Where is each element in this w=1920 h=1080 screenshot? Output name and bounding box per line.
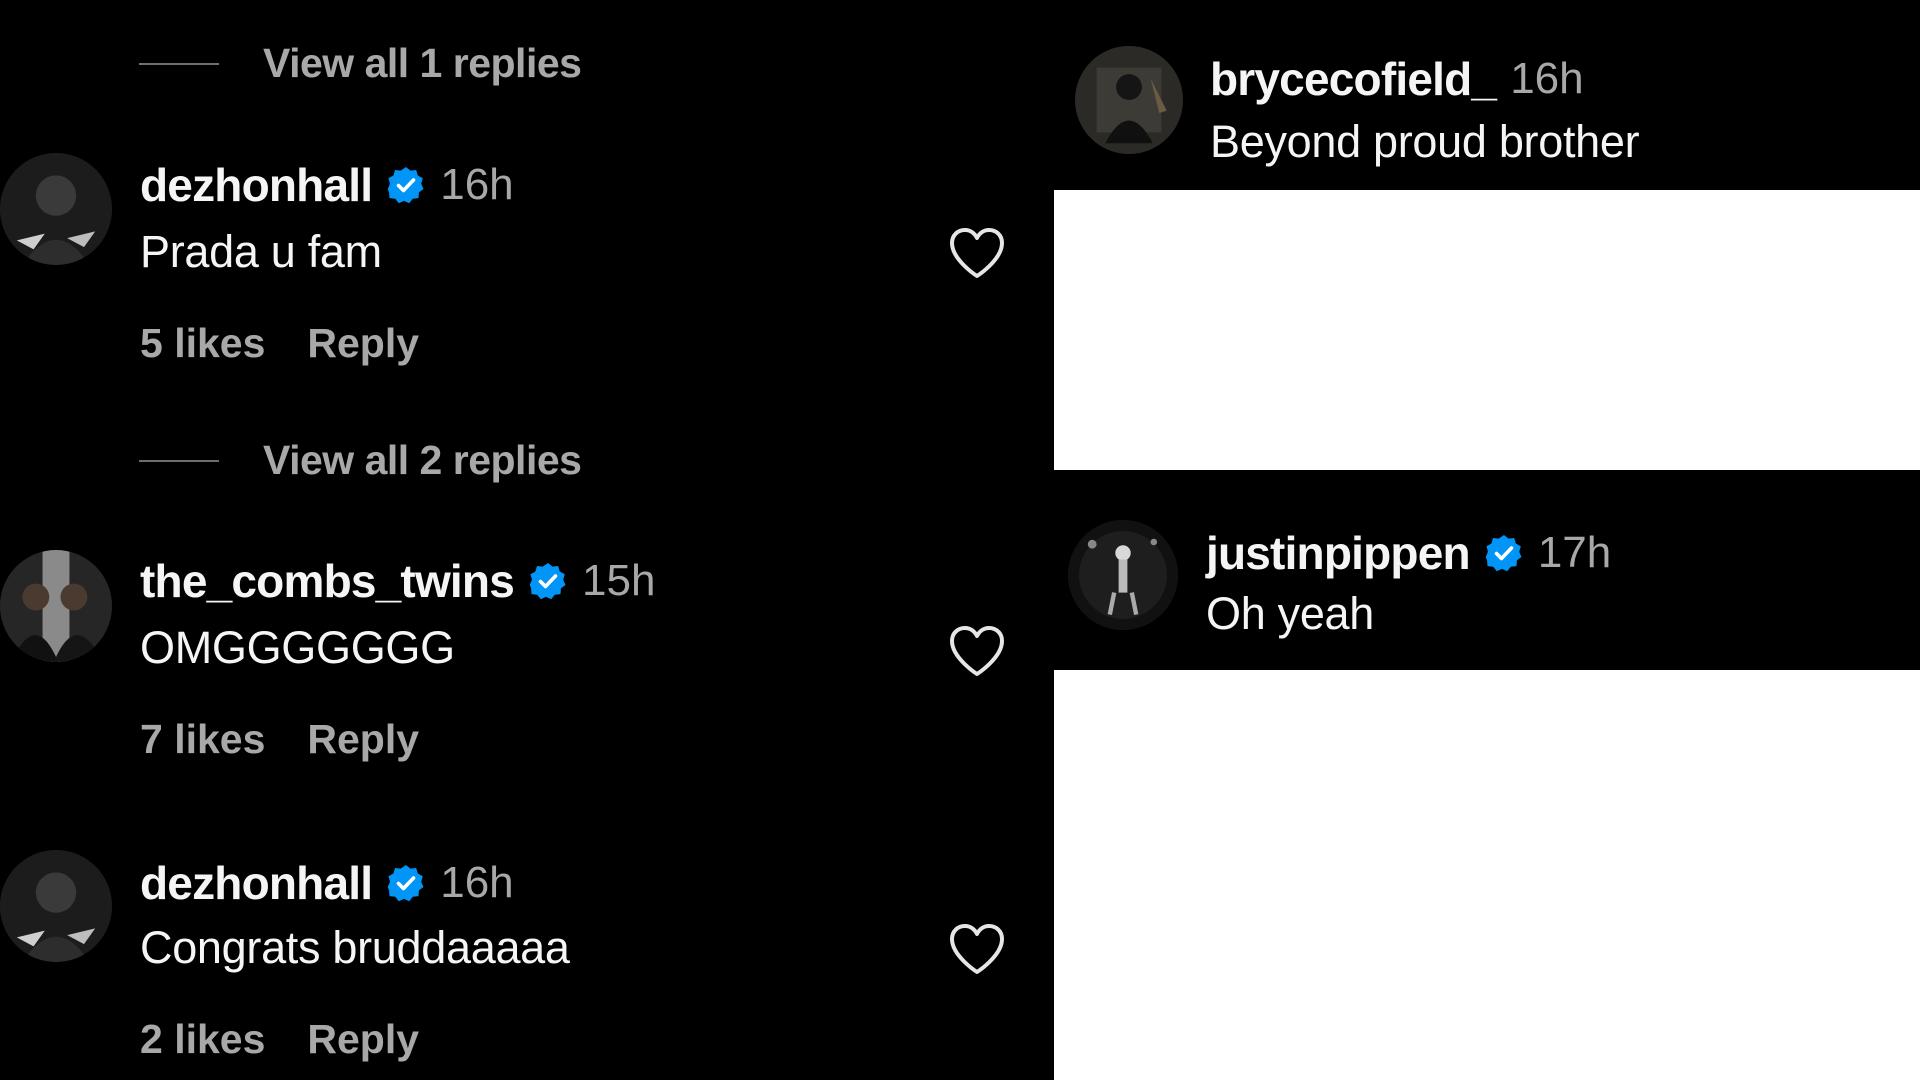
view-replies-button[interactable]: View all 1 replies: [139, 40, 582, 87]
heart-outline-icon[interactable]: [948, 226, 1006, 280]
comment-username[interactable]: the_combs_twins: [140, 554, 515, 608]
verified-badge-icon: [528, 561, 568, 601]
comment-text: Oh yeah: [1206, 588, 1375, 639]
comments-panel-left: View all 1 replies dezhonhall 16h Prada …: [0, 0, 1054, 1080]
comment-username[interactable]: dezhonhall: [140, 158, 373, 212]
reply-button[interactable]: Reply: [307, 1016, 419, 1063]
avatar[interactable]: [0, 550, 112, 662]
comment-timestamp: 17h: [1537, 528, 1612, 577]
comment-timestamp: 16h: [440, 160, 514, 209]
heart-outline-icon[interactable]: [948, 624, 1006, 678]
reply-button[interactable]: Reply: [307, 716, 419, 763]
replies-divider-line: [139, 62, 219, 65]
comment-card: justinpippen 17h Oh yeah: [1054, 470, 1920, 670]
avatar[interactable]: [1075, 46, 1183, 154]
verified-badge-icon: [386, 165, 426, 205]
replies-divider-line: [139, 459, 219, 462]
avatar[interactable]: [0, 153, 112, 265]
view-replies-button[interactable]: View all 2 replies: [139, 437, 582, 484]
view-replies-label: View all 1 replies: [263, 40, 582, 86]
comment-card: brycecofield_ 16h Beyond proud brother: [1054, 0, 1920, 190]
comment-timestamp: 15h: [582, 556, 656, 605]
comment-text: Beyond proud brother: [1210, 116, 1640, 167]
verified-badge-icon: [386, 863, 426, 903]
comment-text: Congrats bruddaaaaa: [140, 922, 570, 973]
comment-timestamp: 16h: [440, 858, 514, 907]
verified-badge-icon: [1484, 533, 1524, 573]
view-replies-label: View all 2 replies: [263, 437, 582, 483]
like-count[interactable]: 2 likes: [140, 1016, 265, 1063]
avatar[interactable]: [1068, 520, 1178, 630]
comment-text: Prada u fam: [140, 226, 382, 277]
like-count[interactable]: 5 likes: [140, 320, 265, 367]
comment-timestamp: 16h: [1510, 54, 1584, 103]
reply-button[interactable]: Reply: [307, 320, 419, 367]
heart-outline-icon[interactable]: [948, 922, 1006, 976]
comment-username[interactable]: dezhonhall: [140, 856, 373, 910]
like-count[interactable]: 7 likes: [140, 716, 265, 763]
comment-username[interactable]: brycecofield_: [1210, 52, 1497, 106]
comment-username[interactable]: justinpippen: [1206, 526, 1471, 580]
comment-text: OMGGGGGGG: [140, 622, 455, 673]
avatar[interactable]: [0, 850, 112, 962]
